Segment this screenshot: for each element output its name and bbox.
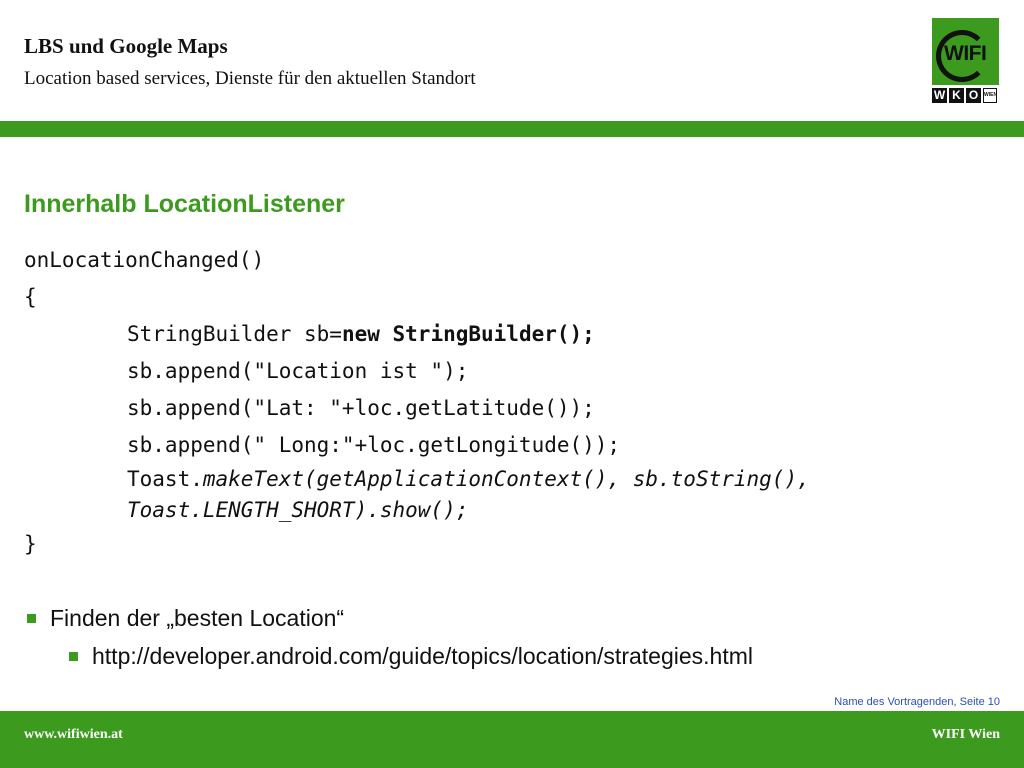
code-line: }	[24, 532, 37, 556]
code-line: {	[24, 285, 37, 309]
list-item-label: Finden der „besten Location“	[50, 605, 345, 631]
code-line: sb.append("Location ist ");	[127, 359, 469, 383]
code-block: onLocationChanged() { StringBuilder sb=n…	[24, 242, 984, 563]
slide-subtitle: Location based services, Dienste für den…	[24, 68, 476, 89]
slide-title: LBS und Google Maps	[24, 34, 228, 58]
logo-cell-o: O	[966, 88, 981, 103]
square-bullet-icon	[27, 614, 36, 623]
wko-logo-strip: W K O WIEN	[932, 88, 999, 103]
strategies-link[interactable]: http://developer.android.com/guide/topic…	[92, 643, 753, 670]
code-line: Toast.makeText(getApplicationContext(), …	[24, 464, 984, 526]
list-item: Finden der „besten Location“	[27, 605, 344, 632]
logo-cell-w: W	[932, 88, 947, 103]
code-keyword: new StringBuilder();	[341, 322, 595, 346]
code-text: Toast.	[127, 467, 203, 491]
wifi-wko-logo: WIFI W K O WIEN	[932, 18, 999, 104]
section-heading: Innerhalb LocationListener	[24, 190, 345, 218]
list-item: http://developer.android.com/guide/topic…	[69, 643, 753, 670]
code-line: sb.append("Lat: "+loc.getLatitude());	[127, 396, 595, 420]
header-divider-bar	[0, 121, 1024, 137]
logo-wifi-text: WIFI	[944, 42, 987, 65]
footer-website-link[interactable]: www.wifiwien.at	[24, 727, 123, 743]
logo-cell-wien: WIEN	[983, 88, 997, 103]
footer-bar	[0, 711, 1024, 768]
wifi-logo-badge: WIFI	[932, 18, 999, 85]
code-line: sb.append(" Long:"+loc.getLongitude());	[127, 433, 621, 457]
code-line: StringBuilder sb=new StringBuilder();	[24, 316, 984, 353]
footer-organization: WIFI Wien	[931, 727, 1000, 742]
code-italic: makeText(getApplicationContext(), sb.toS…	[127, 467, 810, 522]
square-bullet-icon	[69, 652, 78, 661]
code-text: StringBuilder sb=	[127, 322, 342, 346]
code-line: onLocationChanged()	[24, 248, 265, 272]
logo-cell-k: K	[949, 88, 964, 103]
speaker-page-note: Name des Vortragenden, Seite 10	[834, 696, 1000, 708]
